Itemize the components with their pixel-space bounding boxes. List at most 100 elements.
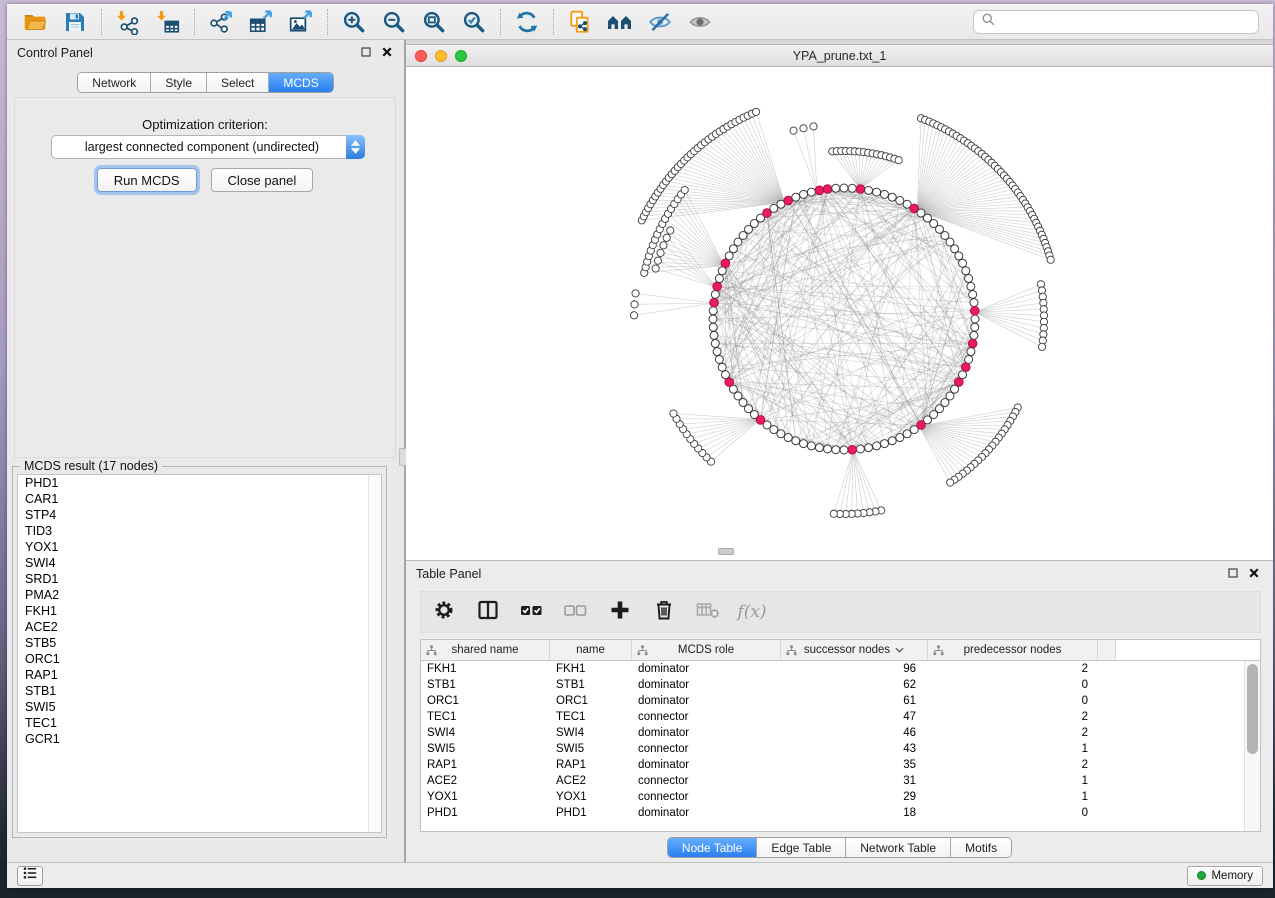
deselect-all-button[interactable] (561, 597, 591, 627)
list-item[interactable]: SWI4 (18, 555, 381, 571)
export-network-button[interactable] (201, 7, 241, 37)
tab-node-table[interactable]: Node Table (668, 838, 758, 857)
network-node[interactable] (652, 265, 659, 272)
close-panel-button[interactable]: Close panel (211, 168, 314, 192)
tab-network[interactable]: Network (78, 73, 151, 92)
network-node[interactable] (880, 190, 888, 198)
network-node[interactable] (951, 245, 959, 253)
list-item[interactable]: CAR1 (18, 491, 381, 507)
column-header-MCDS-role[interactable]: MCDS role (632, 640, 781, 660)
canvas-scrollbar-thumb[interactable] (718, 548, 734, 555)
network-node[interactable] (1038, 343, 1045, 350)
network-hub-node[interactable] (970, 306, 979, 315)
table-row[interactable]: PHD1PHD1dominator180 (421, 805, 1260, 821)
list-item[interactable]: RAP1 (18, 667, 381, 683)
table-row[interactable]: STB1STB1dominator620 (421, 677, 1260, 693)
tab-motifs[interactable]: Motifs (951, 838, 1011, 857)
network-node[interactable] (880, 440, 888, 448)
network-node[interactable] (955, 252, 963, 260)
column-header-name[interactable]: name (550, 640, 632, 660)
network-node[interactable] (969, 290, 977, 298)
network-node[interactable] (810, 123, 817, 130)
network-hub-node[interactable] (713, 282, 722, 291)
table-row[interactable]: ORC1ORC1dominator610 (421, 693, 1260, 709)
network-node[interactable] (824, 445, 832, 453)
list-item[interactable]: STB1 (18, 683, 381, 699)
network-node[interactable] (848, 184, 856, 192)
network-node[interactable] (895, 157, 902, 164)
network-node[interactable] (865, 444, 873, 452)
network-node[interactable] (888, 437, 896, 445)
network-node[interactable] (792, 193, 800, 201)
network-hub-node[interactable] (856, 185, 865, 194)
network-node[interactable] (667, 227, 674, 234)
search-field[interactable] (973, 10, 1259, 34)
network-node[interactable] (715, 355, 723, 363)
network-node[interactable] (910, 426, 918, 434)
first-neighbors-button[interactable] (600, 7, 640, 37)
network-node[interactable] (713, 348, 721, 356)
network-node[interactable] (967, 348, 975, 356)
table-settings-button[interactable] (429, 597, 459, 627)
tab-select[interactable]: Select (207, 73, 269, 92)
network-node[interactable] (896, 196, 904, 204)
network-node[interactable] (965, 355, 973, 363)
list-item[interactable]: YOX1 (18, 539, 381, 555)
export-image-button[interactable] (281, 7, 321, 37)
run-mcds-button[interactable]: Run MCDS (97, 168, 197, 192)
save-session-button[interactable] (55, 7, 95, 37)
network-node[interactable] (657, 249, 664, 256)
network-hub-node[interactable] (815, 186, 824, 195)
network-hub-node[interactable] (823, 185, 832, 194)
network-node[interactable] (709, 323, 717, 331)
list-item[interactable]: GCR1 (18, 731, 381, 747)
network-node[interactable] (800, 125, 807, 132)
show-columns-button[interactable] (473, 597, 503, 627)
column-header-successor-nodes[interactable]: successor nodes (781, 640, 928, 660)
table-row[interactable]: SWI4SWI4dominator462 (421, 725, 1260, 741)
network-node[interactable] (832, 184, 840, 192)
float-panel-icon[interactable] (361, 44, 371, 62)
network-node[interactable] (630, 312, 637, 319)
tab-network-table[interactable]: Network Table (846, 838, 951, 857)
network-node[interactable] (903, 430, 911, 438)
list-scrollbar[interactable] (368, 475, 381, 832)
tab-mcds[interactable]: MCDS (269, 73, 332, 92)
list-item[interactable]: TEC1 (18, 715, 381, 731)
network-node[interactable] (632, 290, 639, 297)
task-history-button[interactable] (17, 866, 43, 886)
network-node[interactable] (967, 282, 975, 290)
zoom-fit-button[interactable] (414, 7, 454, 37)
table-row[interactable]: TEC1TEC1connector472 (421, 709, 1260, 725)
network-node[interactable] (832, 446, 840, 454)
list-item[interactable]: TID3 (18, 523, 381, 539)
network-node[interactable] (959, 259, 967, 267)
network-node[interactable] (947, 479, 954, 486)
network-node[interactable] (965, 275, 973, 283)
duplicate-network-button[interactable] (560, 7, 600, 37)
list-item[interactable]: SRD1 (18, 571, 381, 587)
show-graphics-button[interactable] (680, 7, 720, 37)
network-node[interactable] (663, 234, 670, 241)
network-node[interactable] (681, 186, 688, 193)
zoom-in-button[interactable] (334, 7, 374, 37)
network-hub-node[interactable] (962, 363, 971, 372)
network-node[interactable] (840, 184, 848, 192)
import-table-button[interactable] (148, 7, 188, 37)
network-node[interactable] (888, 193, 896, 201)
table-scrollbar-thumb[interactable] (1247, 664, 1258, 754)
network-node[interactable] (631, 301, 638, 308)
table-row[interactable]: FKH1FKH1dominator962 (421, 661, 1260, 677)
network-node[interactable] (807, 442, 815, 450)
network-node[interactable] (784, 434, 792, 442)
memory-button[interactable]: Memory (1187, 866, 1263, 886)
network-node[interactable] (873, 188, 881, 196)
network-node[interactable] (660, 242, 667, 249)
network-node[interactable] (711, 290, 719, 298)
list-item[interactable]: ACE2 (18, 619, 381, 635)
network-node[interactable] (856, 445, 864, 453)
network-node[interactable] (721, 371, 729, 379)
network-node[interactable] (800, 440, 808, 448)
zoom-selected-button[interactable] (454, 7, 494, 37)
list-item[interactable]: FKH1 (18, 603, 381, 619)
